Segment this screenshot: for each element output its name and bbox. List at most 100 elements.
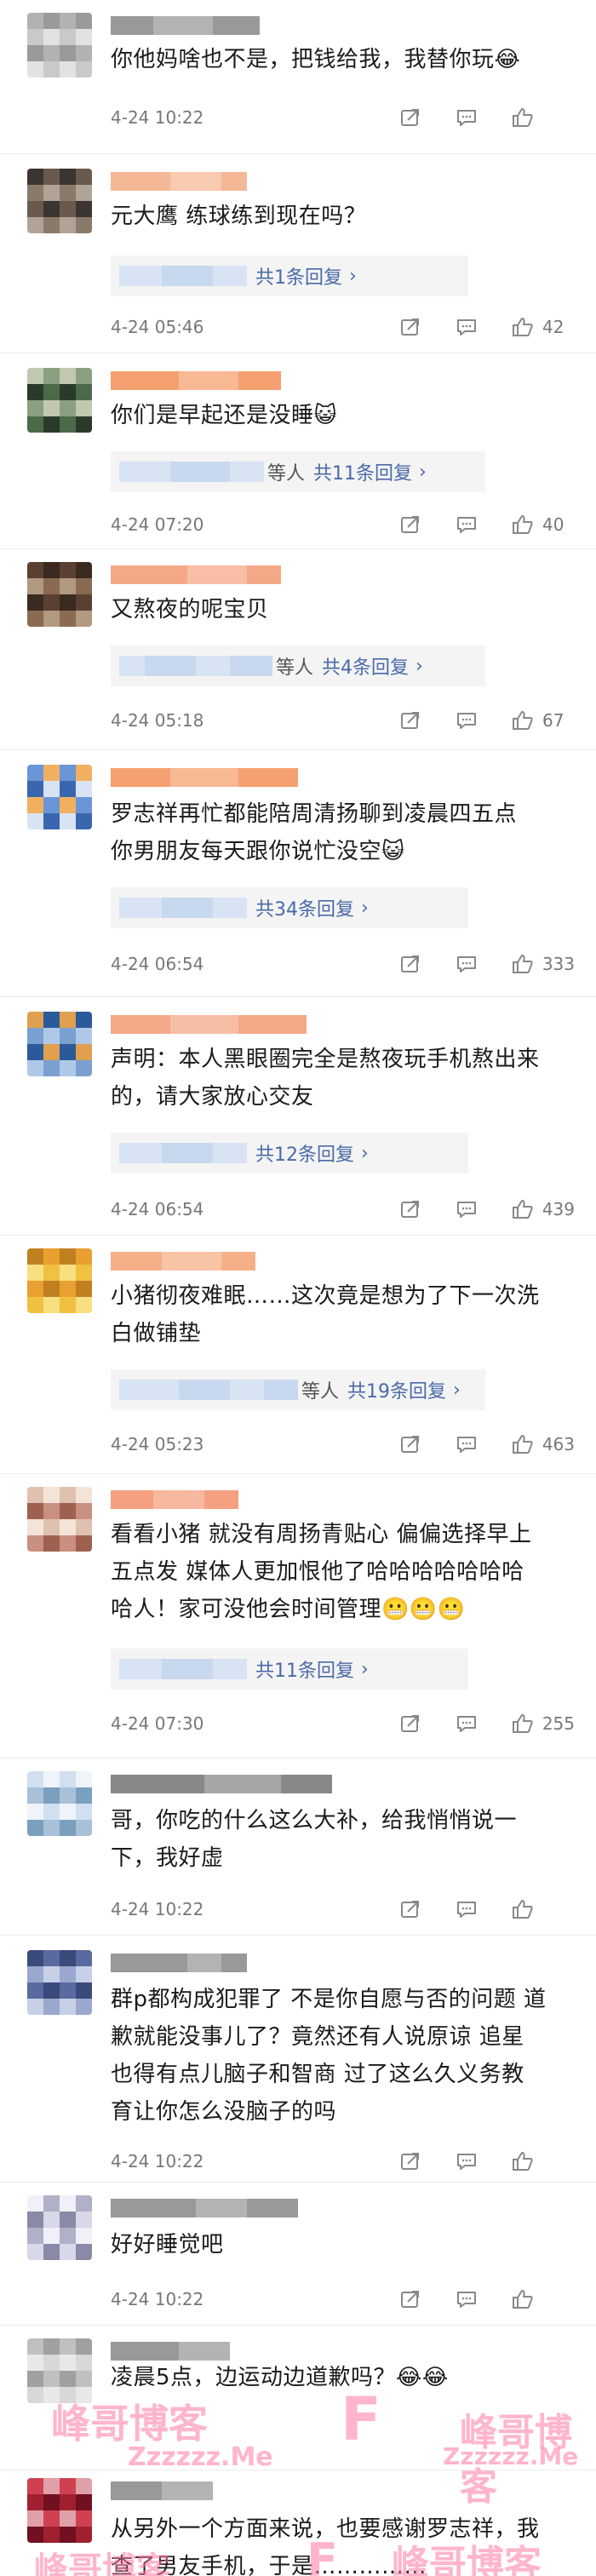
avatar[interactable] [27,562,92,627]
comment-icon[interactable] [456,1199,478,1219]
comment-time: 4-24 05:46 [111,317,204,337]
reply-count-link[interactable]: 共11条回复 [313,458,412,485]
divider [0,2325,596,2326]
username[interactable] [111,565,281,584]
share-icon[interactable] [399,514,421,535]
username[interactable] [111,2481,213,2500]
like-icon[interactable] [512,1899,534,1919]
like-icon[interactable] [512,514,534,535]
avatar[interactable] [27,13,92,77]
comment-icon[interactable] [456,954,478,974]
comment-icon[interactable] [456,2151,478,2172]
username[interactable] [111,1015,307,1034]
comment-actions [365,100,575,135]
chevron-right-icon: › [349,265,357,287]
avatar[interactable] [27,765,92,829]
share-icon[interactable] [399,2151,421,2172]
avatar[interactable] [27,1950,92,2015]
avatar[interactable] [27,1487,92,1552]
like-icon[interactable] [512,1713,534,1734]
share-icon[interactable] [399,1199,421,1219]
reply-others-label: 等人 [276,657,314,679]
username[interactable] [111,2342,230,2361]
username[interactable] [111,768,298,787]
divider [0,1235,596,1236]
like-icon[interactable] [512,107,534,128]
share-icon[interactable] [399,954,421,974]
like-icon[interactable] [512,954,534,974]
comment-meta: 4-24 06:54 439 [111,1192,575,1226]
share-icon[interactable] [399,1434,421,1454]
username[interactable] [111,172,247,191]
replies-box[interactable]: 共11条回复 › [111,1649,468,1690]
replies-box[interactable]: 共34条回复 › [111,887,468,928]
watermark: F [307,2533,338,2576]
comment-icon[interactable] [456,1434,478,1454]
chevron-right-icon: › [419,461,427,483]
reply-count-link[interactable]: 共11条回复 [255,1655,354,1683]
share-icon[interactable] [399,710,421,731]
comment-actions [365,2144,575,2178]
watermark: Zzzzzz.Me [443,2442,579,2470]
comment-icon[interactable] [456,710,478,731]
username[interactable] [111,16,260,35]
comment-actions [365,1892,575,1926]
divider [0,548,596,549]
replies-box[interactable]: 等人 共19条回复 › [111,1369,485,1410]
divider [0,153,596,154]
watermark: 峰哥博客 [34,2550,170,2576]
avatar[interactable] [27,2478,92,2543]
comment-icon[interactable] [456,1713,478,1734]
avatar[interactable] [27,169,92,233]
like-icon[interactable] [512,317,534,337]
comment-text: 看看小猪 就没有周扬青贴心 偏偏选择早上 五点发 媒体人更加恨他了哈哈哈哈哈哈哈… [111,1522,532,1622]
comment-icon[interactable] [456,107,478,128]
like-icon[interactable] [512,1434,534,1454]
comment-icon[interactable] [456,317,478,337]
reply-usernames [119,462,264,482]
username[interactable] [111,1252,255,1271]
avatar[interactable] [27,1248,92,1313]
reply-count-link[interactable]: 共1条回复 [255,262,342,290]
reply-count-link[interactable]: 共34条回复 [255,894,354,921]
username[interactable] [111,1954,247,1972]
username[interactable] [111,371,281,390]
like-icon[interactable] [512,1199,534,1219]
like-count: 40 [542,514,564,535]
avatar[interactable] [27,1012,92,1076]
comment-meta: 4-24 10:22 [111,2282,575,2316]
replies-box[interactable]: 等人 共11条回复 › [111,451,485,492]
watermark: 峰哥博客 [51,2401,208,2447]
avatar[interactable] [27,2195,92,2260]
reply-usernames [119,656,272,676]
username[interactable] [111,1490,238,1509]
share-icon[interactable] [399,1713,421,1734]
divider [0,996,596,997]
comment-feed: 你他妈啥也不是，把钱给我，我替你玩😂 4-24 10:22 元大鹰 练球练到现在吗？… [0,0,596,2576]
comment-time: 4-24 10:22 [111,2151,204,2172]
reply-count-link[interactable]: 共4条回复 [322,652,409,680]
comment-meta: 4-24 07:20 40 [111,508,575,542]
like-icon[interactable] [512,710,534,731]
comment-icon[interactable] [456,1899,478,1919]
username[interactable] [111,2199,298,2217]
comment-time: 4-24 07:30 [111,1713,204,1734]
share-icon[interactable] [399,1899,421,1919]
share-icon[interactable] [399,107,421,128]
comment-icon[interactable] [456,2289,478,2309]
comment-icon[interactable] [456,514,478,535]
share-icon[interactable] [399,2289,421,2309]
username[interactable] [111,1775,332,1793]
comment-actions: 42 [365,310,575,344]
like-icon[interactable] [512,2289,534,2309]
replies-box[interactable]: 共12条回复 › [111,1133,468,1173]
like-icon[interactable] [512,2151,534,2172]
avatar[interactable] [27,368,92,433]
replies-box[interactable]: 共1条回复 › [111,255,468,296]
share-icon[interactable] [399,317,421,337]
replies-box[interactable]: 等人 共4条回复 › [111,645,485,686]
comment-actions: 255 [365,1707,575,1741]
reply-count-link[interactable]: 共19条回复 [347,1376,446,1403]
avatar[interactable] [27,1771,92,1836]
reply-count-link[interactable]: 共12条回复 [255,1139,354,1167]
